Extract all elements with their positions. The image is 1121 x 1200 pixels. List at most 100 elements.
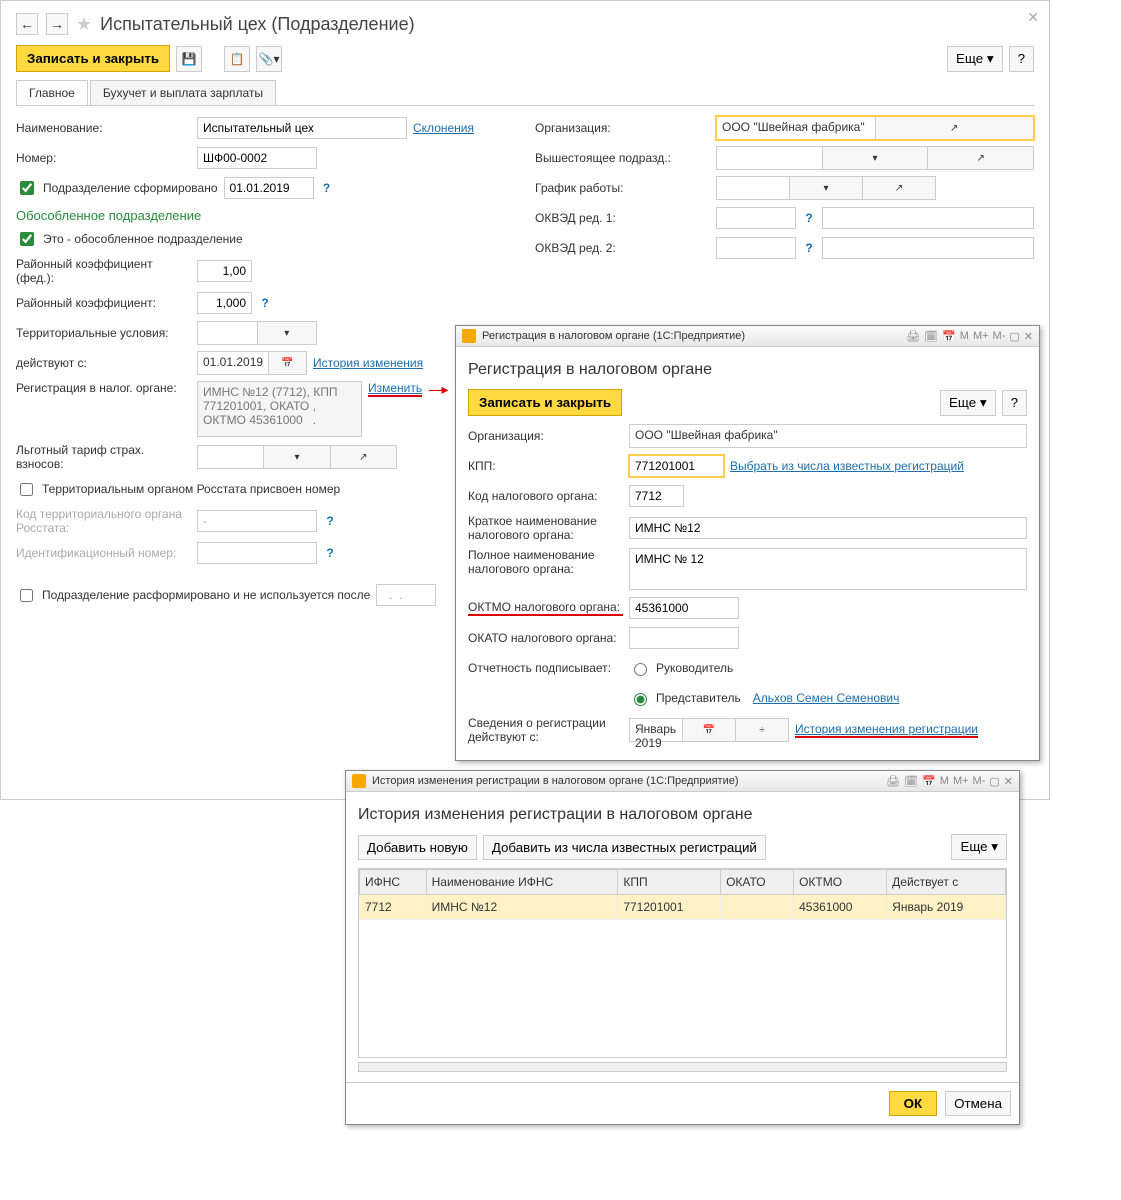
open-icon[interactable]: ↗ bbox=[330, 446, 396, 468]
declensions-link[interactable]: Склонения bbox=[413, 121, 474, 135]
sign-manager-radio[interactable] bbox=[634, 663, 647, 676]
save-button[interactable]: 💾 bbox=[176, 46, 202, 72]
calc-icon[interactable]: 🗓 bbox=[904, 775, 918, 788]
disband-checkbox[interactable] bbox=[20, 589, 33, 602]
disband-date-input[interactable] bbox=[376, 584, 436, 606]
m-minus-button[interactable]: M- bbox=[973, 775, 986, 787]
save-close-button[interactable]: Записать и закрыть bbox=[468, 389, 622, 416]
from-date-input[interactable]: 01.01.2019📅 bbox=[197, 351, 307, 375]
formed-checkbox[interactable] bbox=[20, 181, 34, 195]
close-icon[interactable]: ✕ bbox=[1004, 775, 1013, 788]
history-table[interactable]: ИФНС Наименование ИФНС КПП ОКАТО ОКТМО Д… bbox=[358, 868, 1007, 1058]
open-icon[interactable]: ↗ bbox=[875, 117, 1034, 139]
id-input[interactable] bbox=[197, 542, 317, 564]
calendar-icon[interactable]: 📅 bbox=[942, 330, 956, 343]
tab-payroll[interactable]: Бухучет и выплата зарплаты bbox=[90, 80, 276, 105]
col-from[interactable]: Действует с bbox=[887, 870, 1006, 895]
close-icon[interactable]: ✕ bbox=[1027, 9, 1039, 26]
more-button[interactable]: Еще ▾ bbox=[947, 46, 1003, 72]
calc-icon[interactable]: 🗓 bbox=[924, 330, 938, 343]
col-ifns[interactable]: ИФНС bbox=[360, 870, 427, 895]
help-icon[interactable]: ? bbox=[323, 546, 337, 560]
maximize-icon[interactable]: ▢ bbox=[989, 775, 999, 788]
okved1-desc-input[interactable] bbox=[822, 207, 1034, 229]
ok-button[interactable]: ОК bbox=[889, 1091, 938, 1116]
help-icon[interactable]: ? bbox=[323, 514, 337, 528]
terr-select[interactable]: ▾ bbox=[197, 321, 317, 345]
rosstat-checkbox[interactable] bbox=[20, 483, 33, 496]
code-input[interactable] bbox=[629, 485, 684, 507]
sign-rep-radio[interactable] bbox=[634, 693, 647, 706]
m-plus-button[interactable]: M+ bbox=[953, 775, 969, 787]
help-icon[interactable]: ? bbox=[258, 296, 272, 310]
calendar-icon[interactable]: 📅 bbox=[268, 352, 306, 374]
reg-textarea[interactable]: ИМНС №12 (7712), КПП 771201001, ОКАТО , … bbox=[197, 381, 362, 437]
back-button[interactable]: ← bbox=[16, 13, 38, 35]
change-link[interactable]: Изменить bbox=[368, 381, 422, 397]
open-icon[interactable]: ↗ bbox=[927, 147, 1033, 169]
col-kpp[interactable]: КПП bbox=[618, 870, 721, 895]
spinner-icon[interactable]: ÷ bbox=[735, 719, 788, 741]
add-known-button[interactable]: Добавить из числа известных регистраций bbox=[483, 835, 766, 860]
col-oktmo[interactable]: ОКТМО bbox=[794, 870, 887, 895]
m-plus-button[interactable]: M+ bbox=[973, 330, 989, 342]
tab-main[interactable]: Главное bbox=[16, 80, 88, 105]
more-button[interactable]: Еще ▾ bbox=[951, 834, 1007, 860]
rk-input[interactable] bbox=[197, 292, 252, 314]
org-select[interactable]: ООО "Швейная фабрика"↗ bbox=[716, 116, 1034, 140]
list-button[interactable]: 📋 bbox=[224, 46, 250, 72]
sched-select[interactable]: ▾↗ bbox=[716, 176, 936, 200]
org-select[interactable]: ООО "Швейная фабрика" bbox=[629, 424, 1027, 448]
help-icon[interactable]: ? bbox=[802, 241, 816, 255]
chevron-down-icon[interactable]: ▾ bbox=[822, 147, 928, 169]
okato-input[interactable] bbox=[629, 627, 739, 649]
tariff-select[interactable]: ▾↗ bbox=[197, 445, 397, 469]
col-okato[interactable]: ОКАТО bbox=[721, 870, 794, 895]
scrollbar[interactable] bbox=[358, 1062, 1007, 1072]
star-icon[interactable]: ★ bbox=[76, 14, 92, 35]
okved1-input[interactable] bbox=[716, 207, 796, 229]
print-icon[interactable]: 🖨 bbox=[906, 330, 920, 343]
separate-checkbox[interactable] bbox=[20, 232, 34, 246]
help-icon[interactable]: ? bbox=[802, 211, 816, 225]
number-input[interactable] bbox=[197, 147, 317, 169]
chevron-down-icon[interactable]: ▾ bbox=[257, 322, 317, 344]
valid-date-input[interactable]: Январь 2019📅÷ bbox=[629, 718, 789, 742]
save-close-button[interactable]: Записать и закрыть bbox=[16, 45, 170, 72]
name-input[interactable] bbox=[197, 117, 407, 139]
forward-button[interactable]: → bbox=[46, 13, 68, 35]
calendar-icon[interactable]: 📅 bbox=[922, 775, 936, 788]
print-icon[interactable]: 🖨 bbox=[886, 775, 900, 788]
close-icon[interactable]: ✕ bbox=[1024, 330, 1033, 343]
help-icon[interactable]: ? bbox=[320, 181, 334, 195]
history-link[interactable]: История изменения bbox=[313, 356, 423, 370]
rk-fed-input[interactable] bbox=[197, 260, 252, 282]
col-name[interactable]: Наименование ИФНС bbox=[426, 870, 618, 895]
kpp-select-link[interactable]: Выбрать из числа известных регистраций bbox=[730, 459, 964, 473]
valid-history-link[interactable]: История изменения регистрации bbox=[795, 722, 978, 738]
calendar-icon[interactable]: 📅 bbox=[682, 719, 735, 741]
kpp-input[interactable] bbox=[629, 455, 724, 477]
full-input[interactable]: ИМНС № 12 bbox=[629, 548, 1027, 590]
maximize-icon[interactable]: ▢ bbox=[1009, 330, 1019, 343]
attach-button[interactable]: 📎▾ bbox=[256, 46, 282, 72]
rosstat-code-input[interactable] bbox=[197, 510, 317, 532]
m-button[interactable]: M bbox=[960, 330, 969, 342]
oktmo-input[interactable] bbox=[629, 597, 739, 619]
chevron-down-icon[interactable]: ▾ bbox=[263, 446, 329, 468]
add-new-button[interactable]: Добавить новую bbox=[358, 835, 477, 860]
okved2-input[interactable] bbox=[716, 237, 796, 259]
more-button[interactable]: Еще ▾ bbox=[940, 390, 996, 416]
parent-select[interactable]: ▾↗ bbox=[716, 146, 1034, 170]
rep-link[interactable]: Альхов Семен Семенович bbox=[753, 691, 900, 705]
help-button[interactable]: ? bbox=[1002, 390, 1027, 416]
m-minus-button[interactable]: M- bbox=[993, 330, 1006, 342]
m-button[interactable]: M bbox=[940, 775, 949, 787]
okved2-desc-input[interactable] bbox=[822, 237, 1034, 259]
short-input[interactable] bbox=[629, 517, 1027, 539]
chevron-down-icon[interactable]: ▾ bbox=[789, 177, 862, 199]
cancel-button[interactable]: Отмена bbox=[945, 1091, 1011, 1116]
open-icon[interactable]: ↗ bbox=[862, 177, 935, 199]
table-row[interactable]: 7712 ИМНС №12 771201001 45361000 Январь … bbox=[360, 895, 1006, 920]
help-button[interactable]: ? bbox=[1009, 46, 1034, 72]
